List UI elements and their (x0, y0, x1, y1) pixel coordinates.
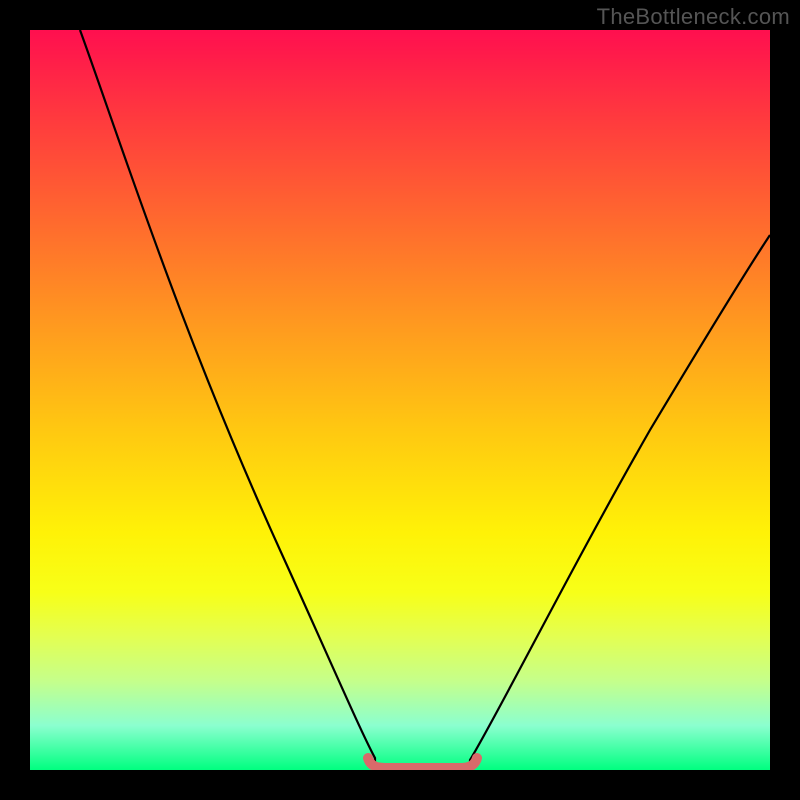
bottleneck-curve (80, 30, 770, 767)
watermark-text: TheBottleneck.com (597, 4, 790, 30)
chart-svg (30, 30, 770, 770)
chart-frame: TheBottleneck.com (0, 0, 800, 800)
flat-zone-marker (368, 758, 477, 768)
chart-plot-area (30, 30, 770, 770)
